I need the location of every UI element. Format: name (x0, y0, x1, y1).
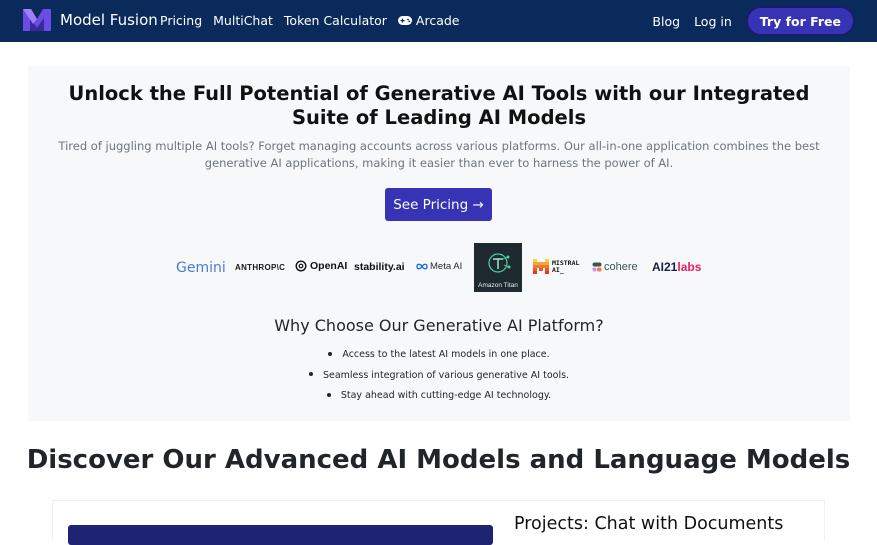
top-navbar: Model Fusion Pricing MultiChat Token Cal… (0, 0, 877, 42)
bullet-icon (308, 372, 313, 376)
ai21-labs-label: labs (677, 260, 702, 274)
project-card-title: Projects: Chat with Documents (514, 514, 784, 534)
list-item-text: Seamless integration of various generati… (322, 369, 570, 381)
ai21-label: AI21 (652, 260, 678, 274)
nav-right: Blog Log in Try for Free (652, 6, 855, 36)
list-item-text: Access to the latest AI models in one pl… (342, 349, 550, 360)
meta-ai-label: Meta AI (430, 261, 463, 272)
meta-ai-logo: Meta AI (416, 261, 462, 272)
nav-login-link[interactable]: Log in (694, 14, 732, 29)
hero-subtitle: Tired of juggling multiple AI tools? For… (58, 139, 820, 170)
project-card: Projects: Chat with Documents (52, 500, 825, 545)
cohere-icon (592, 262, 602, 272)
list-item: Stay ahead with cutting-edge AI technolo… (28, 386, 850, 407)
stability-ai-logo: stability.ai (354, 261, 405, 273)
nav-multichat-link[interactable]: MultiChat (213, 13, 273, 28)
bullet-icon (328, 351, 333, 356)
nav-token-calculator-link[interactable]: Token Calculator (284, 13, 387, 28)
openai-logo: OpenAI (295, 260, 347, 272)
project-preview-image (68, 525, 493, 545)
brand-link[interactable]: Model Fusion (22, 6, 158, 34)
nav-pricing-link[interactable]: Pricing (160, 13, 202, 28)
gemini-logo: Gemini (176, 260, 226, 276)
gamepad-icon (397, 16, 412, 25)
try-for-free-button[interactable]: Try for Free (745, 6, 855, 36)
discover-heading: Discover Our Advanced AI Models and Lang… (26, 445, 851, 475)
nav-blog-link[interactable]: Blog (652, 14, 680, 29)
list-item: Access to the latest AI models in one pl… (28, 345, 850, 366)
meta-infinity-icon (416, 263, 428, 270)
mistral-ai-logo: MISTRAL AI_ (533, 259, 579, 274)
brand-name: Model Fusion (60, 11, 158, 29)
why-choose-list: Access to the latest AI models in one pl… (28, 345, 850, 407)
list-item-text: Stay ahead with cutting-edge AI technolo… (340, 390, 552, 401)
titan-circuit-icon (488, 253, 511, 273)
anthropic-logo: ANTHROP\C (235, 263, 286, 272)
nav-arcade-label: Arcade (415, 13, 460, 28)
hero-title: Unlock the Full Potential of Generative … (68, 82, 810, 129)
ai21-labs-logo: AI21 labs (652, 260, 701, 274)
bullet-icon (326, 392, 331, 397)
model-fusion-logo-icon (23, 9, 51, 31)
cohere-label: cohere (604, 261, 638, 273)
nav-links: Pricing MultiChat Token Calculator Arcad… (160, 13, 460, 28)
openai-label: OpenAI (310, 260, 348, 272)
amazon-titan-logo: Amazon Titan (474, 243, 522, 292)
nav-arcade-link[interactable]: Arcade (397, 13, 460, 28)
openai-icon (295, 260, 307, 272)
list-item: Seamless integration of various generati… (28, 366, 850, 387)
mistral-icon (533, 259, 549, 274)
cohere-logo: cohere (592, 261, 638, 273)
mistral-wordmark: MISTRAL AI_ (552, 259, 579, 274)
mistral-label-line2: AI_ (552, 265, 564, 274)
provider-logo-row: Gemini ANTHROP\C OpenAI stability.ai Met… (28, 243, 850, 293)
see-pricing-button[interactable]: See Pricing → (385, 188, 492, 221)
amazon-titan-label: Amazon Titan (478, 282, 518, 289)
hero-section: Unlock the Full Potential of Generative … (28, 66, 850, 421)
why-choose-heading: Why Choose Our Generative AI Platform? (274, 316, 604, 335)
